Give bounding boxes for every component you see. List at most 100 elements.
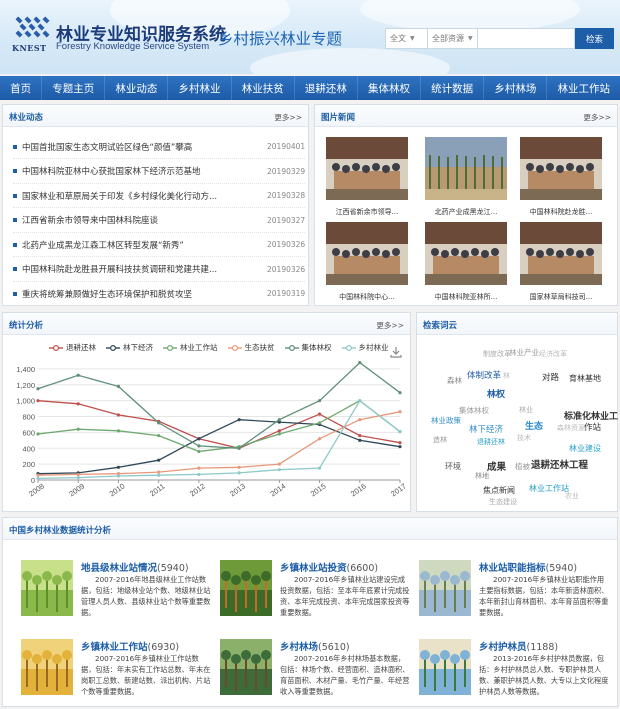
nav-item-forestry-station[interactable]: 林业工作站: [546, 76, 620, 100]
news-title[interactable]: 国家林业和草原局关于印发《乡村绿化美化行动方...: [22, 190, 267, 202]
data-point[interactable]: [317, 466, 322, 470]
data-point[interactable]: [317, 421, 322, 425]
stats-card-title[interactable]: 乡村林场(5610): [280, 639, 350, 653]
legend-item[interactable]: 退耕还林: [49, 342, 96, 353]
legend-item[interactable]: 林业工作站: [163, 342, 218, 353]
data-point[interactable]: [277, 429, 281, 433]
data-point[interactable]: [197, 472, 201, 477]
photo-more-link[interactable]: 更多>>: [583, 112, 611, 123]
data-point[interactable]: [36, 473, 40, 477]
stats-card-title[interactable]: 地县级林业站情况(5940): [81, 560, 189, 574]
nav-item-rural-forest-farm[interactable]: 乡村林场: [483, 76, 546, 100]
news-photo[interactable]: [326, 222, 408, 285]
data-point[interactable]: [398, 410, 402, 414]
search-tag[interactable]: 焦点新闻: [483, 485, 515, 496]
legend-item[interactable]: 集体林权: [284, 342, 332, 353]
data-point[interactable]: [237, 446, 241, 450]
data-point[interactable]: [36, 476, 40, 481]
data-point[interactable]: [36, 387, 40, 391]
stats-card-name[interactable]: 林业站职能指标: [479, 563, 546, 574]
search-tag[interactable]: 成果: [487, 459, 506, 473]
data-point[interactable]: [116, 429, 121, 433]
news-list-item[interactable]: 江西省新余市领导来中国林科院座谈 20190327: [13, 209, 305, 233]
search-input[interactable]: [477, 28, 575, 49]
stats-card-name[interactable]: 乡村护林员: [479, 642, 527, 653]
news-title[interactable]: 中国首批国家生态文明试验区绿色“颜值”攀高: [22, 141, 267, 153]
search-tag[interactable]: 退耕还林工程: [531, 457, 588, 471]
news-list-item[interactable]: 中国首批国家生态文明试验区绿色“颜值”攀高 20190401: [13, 135, 305, 159]
nav-item-statistics[interactable]: 统计数据: [420, 76, 483, 100]
stats-card[interactable]: 林业站职能指标(5940) 2007-2016年乡镇林业站职能作用主要指标数据，包…: [419, 560, 609, 620]
data-point[interactable]: [76, 373, 80, 377]
nav-item-poverty-relief[interactable]: 林业扶贫: [230, 76, 294, 100]
nav-item-grain-for-green[interactable]: 退耕还林: [293, 76, 357, 100]
data-point[interactable]: [116, 474, 121, 478]
search-tag[interactable]: 集体林权: [459, 405, 489, 416]
news-more-link[interactable]: 更多>>: [274, 112, 302, 123]
news-photo[interactable]: [425, 222, 507, 285]
data-point[interactable]: [197, 437, 201, 441]
data-point[interactable]: [317, 412, 322, 416]
photo-news-item[interactable]: 北药产业成黑龙江...: [425, 137, 507, 217]
news-photo[interactable]: [520, 222, 602, 285]
search-tag[interactable]: 环境: [445, 461, 461, 472]
data-point[interactable]: [358, 438, 362, 442]
data-point[interactable]: [197, 449, 201, 454]
stats-card[interactable]: 乡镇林业站投资(6600) 2007-2016年乡镇林业站建设完成投资数据，包括：…: [220, 560, 410, 620]
news-photo[interactable]: [520, 137, 602, 200]
stats-card-name[interactable]: 地县级林业站情况: [81, 563, 157, 574]
search-tag[interactable]: 生态: [525, 419, 543, 432]
nav-item-collective-forest[interactable]: 集体林权: [356, 76, 420, 100]
stats-card[interactable]: 地县级林业站情况(5940) 2007-2016年地县级林业工作站数据，包括：地级…: [21, 560, 211, 620]
stats-card[interactable]: 乡镇林业工作站(6930) 2007-2016年乡镇林业工作站数据，包括：年末实有…: [21, 639, 211, 699]
search-tag[interactable]: 经济改革: [539, 349, 567, 359]
stats-card-name[interactable]: 乡镇林业站投资: [280, 563, 347, 574]
data-point[interactable]: [116, 465, 121, 469]
data-point[interactable]: [116, 413, 121, 417]
data-point[interactable]: [197, 444, 201, 448]
photo-news-item[interactable]: 中国林科院亚林所...: [425, 222, 507, 302]
search-tag[interactable]: 造林: [433, 435, 447, 445]
search-tag[interactable]: 体制改革: [467, 369, 501, 381]
data-point[interactable]: [76, 476, 80, 480]
search-tag[interactable]: 林: [503, 371, 510, 381]
search-tag[interactable]: 植被: [515, 461, 530, 472]
search-tag[interactable]: 森林资源: [557, 423, 585, 433]
stats-card-image[interactable]: [21, 639, 73, 695]
photo-caption[interactable]: 中国林科院赴龙胜...: [520, 207, 602, 217]
data-point[interactable]: [277, 432, 281, 436]
news-title[interactable]: 江西省新余市领导来中国林科院座谈: [22, 214, 267, 226]
data-point[interactable]: [398, 441, 402, 445]
stats-card-image[interactable]: [419, 639, 471, 695]
data-point[interactable]: [317, 437, 322, 441]
stats-card-title[interactable]: 林业站职能指标(5940): [479, 560, 577, 574]
legend-item[interactable]: 林下经济: [106, 342, 153, 353]
data-point[interactable]: [116, 384, 121, 388]
news-photo[interactable]: [425, 137, 507, 200]
data-point[interactable]: [157, 473, 161, 477]
search-tag[interactable]: 生态建设: [489, 497, 517, 507]
nav-item-home[interactable]: 首页: [0, 76, 41, 100]
news-list-item[interactable]: 中国林科院亚林中心获批国家林下经济示范基地 20190329: [13, 160, 305, 184]
data-point[interactable]: [76, 427, 80, 431]
photo-caption[interactable]: 国家林草局科技司...: [520, 292, 602, 302]
data-point[interactable]: [398, 430, 402, 434]
stats-card-title[interactable]: 乡镇林业工作站(6930): [81, 639, 179, 653]
data-point[interactable]: [277, 462, 281, 466]
photo-news-item[interactable]: 国家林草局科技司...: [520, 222, 602, 302]
data-point[interactable]: [36, 432, 40, 436]
data-point[interactable]: [358, 360, 362, 365]
data-point[interactable]: [277, 418, 281, 422]
search-tag[interactable]: 林业工作站: [529, 483, 569, 494]
search-tag[interactable]: 对路: [542, 371, 559, 383]
data-point[interactable]: [358, 399, 362, 403]
data-point[interactable]: [76, 402, 80, 406]
photo-caption[interactable]: 中国林科院亚林所...: [425, 292, 507, 302]
search-button[interactable]: 检索: [575, 28, 614, 49]
search-resource-select[interactable]: 全部资源 ▼: [427, 28, 477, 49]
stats-card[interactable]: 乡村林场(5610) 2007-2016年乡村林场基本数据，包括：林场个数、经营面…: [220, 639, 410, 699]
data-point[interactable]: [358, 418, 362, 422]
data-point[interactable]: [157, 470, 161, 474]
data-point[interactable]: [76, 472, 80, 477]
news-title[interactable]: 重庆将统筹兼顾做好生态环境保护和脱贫攻坚: [22, 288, 267, 300]
